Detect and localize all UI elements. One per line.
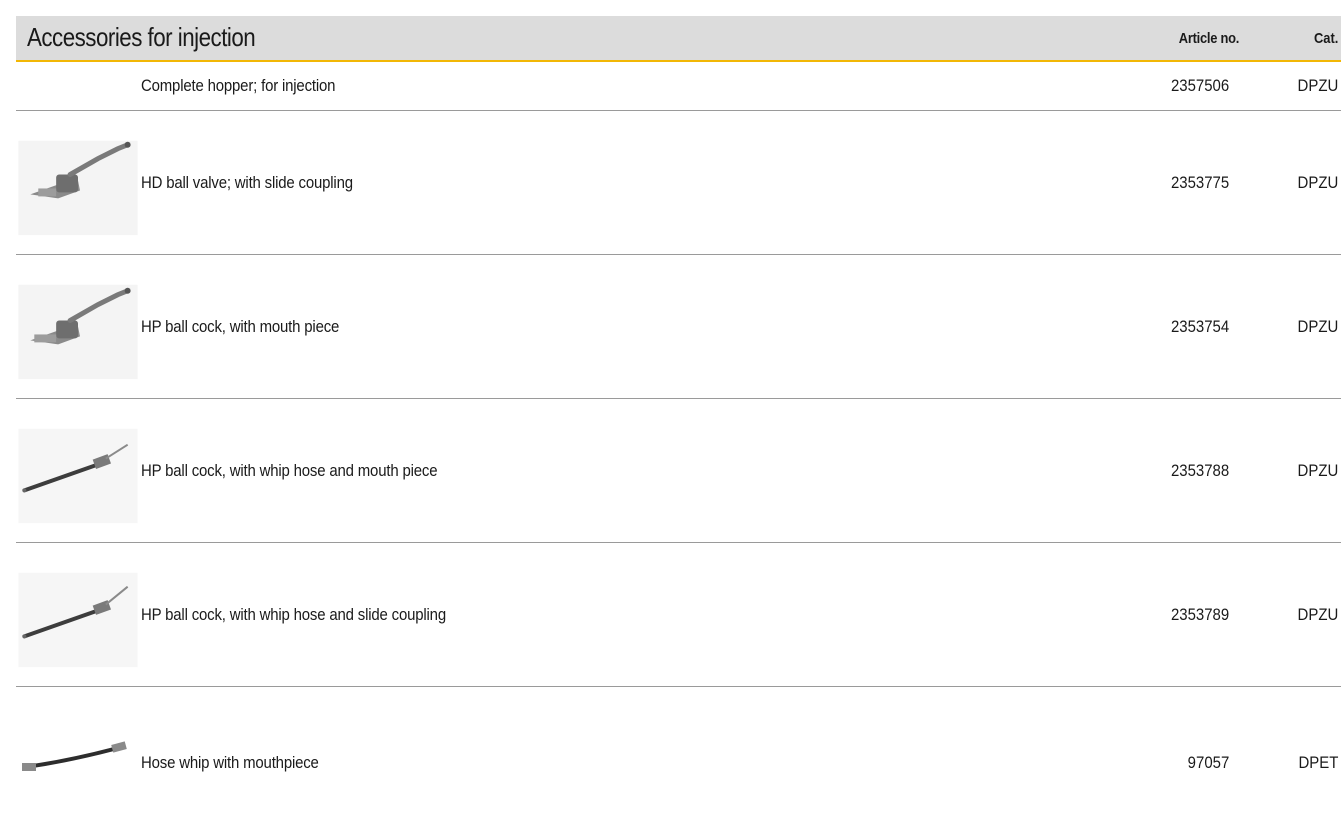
accessories-table: Accessories for injection Article no. Ca… [16,16,1341,807]
category-code: DPET [1298,753,1338,772]
category-code: DPZU [1297,317,1338,336]
ball-cock-photo [18,255,138,398]
article-number: 2353788 [1170,461,1229,480]
item-description: HP ball cock, with whip hose and mouth p… [141,461,438,480]
whip-hose-photo [18,399,138,542]
category-code: DPZU [1297,173,1338,192]
table-row: HP ball cock, with whip hose and mouth p… [16,399,1341,543]
hose-whip-photo [18,687,138,807]
article-no-column-header: Article no. [1178,30,1239,47]
category-code: DPZU [1297,461,1338,480]
table-row: HP ball cock, with whip hose and slide c… [16,543,1341,687]
item-description: Hose whip with mouthpiece [141,753,319,772]
table-row: HP ball cock, with mouth piece 2353754 D… [16,255,1341,399]
table-row: HD ball valve; with slide coupling 23537… [16,111,1341,255]
article-number: 2353754 [1170,317,1229,336]
cat-column-header: Cat. [1313,30,1338,47]
table-header: Accessories for injection Article no. Ca… [16,16,1341,62]
category-code: DPZU [1297,76,1338,95]
table-title: Accessories for injection [27,22,256,52]
article-number: 97057 [1187,753,1229,772]
item-description: HP ball cock, with mouth piece [141,317,340,336]
category-code: DPZU [1297,605,1338,624]
article-number: 2357506 [1170,76,1229,95]
table-row: Complete hopper; for injection 2357506 D… [16,62,1341,111]
whip-hose-photo [18,543,138,686]
item-description: HP ball cock, with whip hose and slide c… [141,605,446,624]
article-number: 2353775 [1170,173,1229,192]
table-row: Hose whip with mouthpiece 97057 DPET [16,687,1341,807]
item-description: Complete hopper; for injection [141,76,336,95]
ball-valve-photo [18,111,138,254]
item-description: HD ball valve; with slide coupling [141,173,353,192]
article-number: 2353789 [1170,605,1229,624]
